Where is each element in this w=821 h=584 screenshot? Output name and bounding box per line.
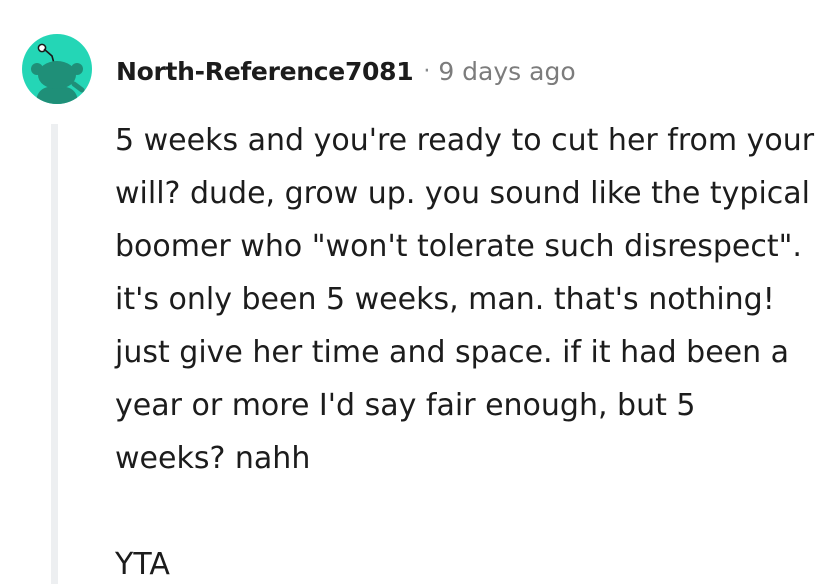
- comment: North-Reference7081 · 9 days ago 5 weeks…: [0, 0, 821, 584]
- comment-text: 5 weeks and you're ready to cut her from…: [115, 123, 815, 476]
- author-username[interactable]: North-Reference7081: [116, 57, 414, 86]
- meta-separator: ·: [423, 58, 431, 84]
- comment-body: 5 weeks and you're ready to cut her from…: [115, 114, 815, 584]
- comment-verdict: YTA: [115, 547, 170, 582]
- comment-timestamp[interactable]: 9 days ago: [438, 57, 575, 86]
- thread-collapse-line[interactable]: [51, 124, 58, 584]
- comment-meta: North-Reference7081 · 9 days ago: [116, 53, 576, 89]
- user-avatar-icon[interactable]: [22, 34, 92, 104]
